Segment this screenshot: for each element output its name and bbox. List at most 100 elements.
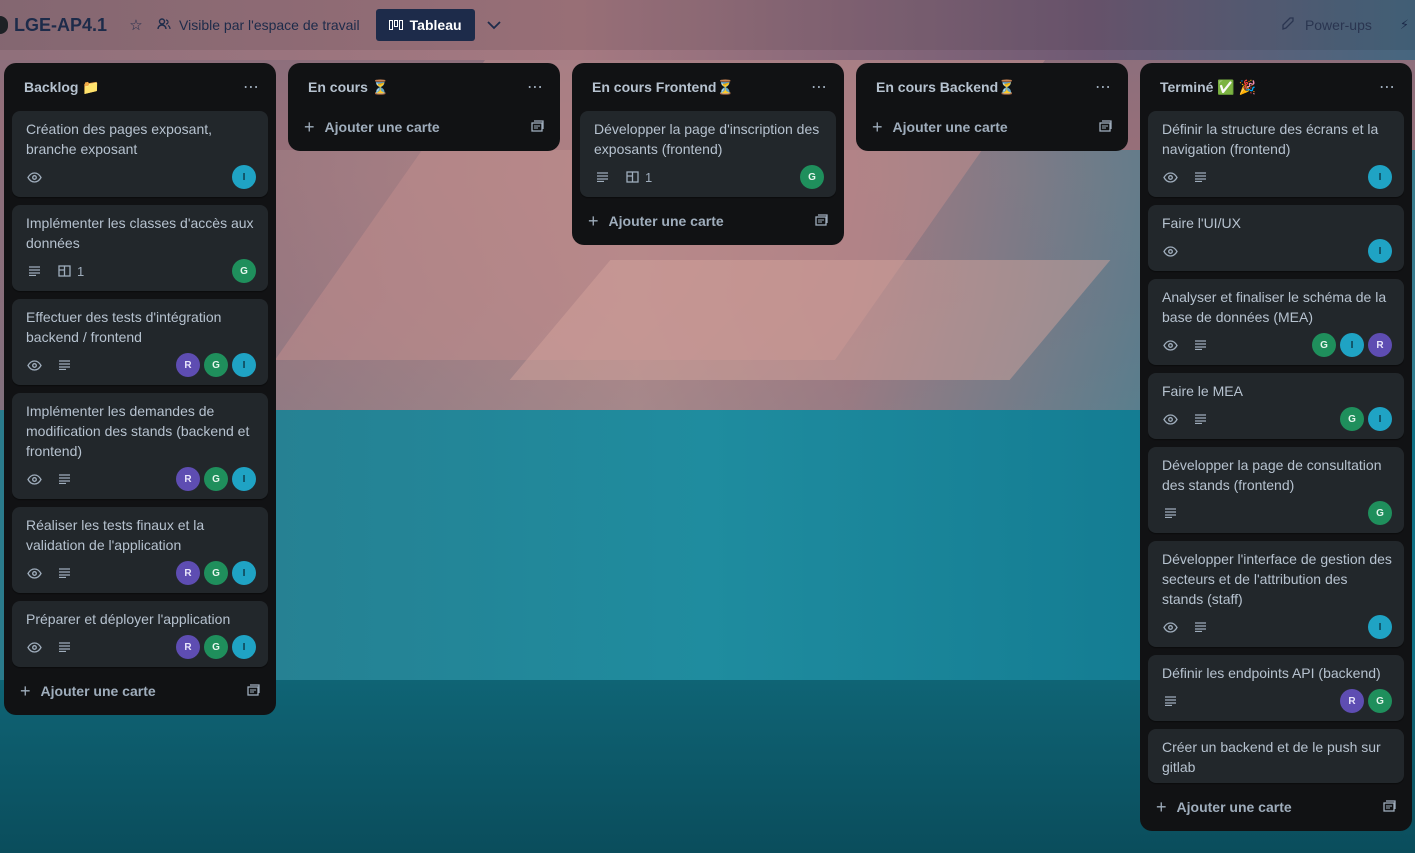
avatar[interactable]: I	[1368, 615, 1392, 639]
eye-icon	[1162, 243, 1178, 259]
card[interactable]: Définir la structure des écrans et la na…	[1148, 111, 1404, 197]
list-title[interactable]: En cours Frontend⏳	[592, 79, 734, 96]
card[interactable]: Créer un backend et de le push sur gitla…	[1148, 729, 1404, 783]
add-card-button[interactable]: + Ajouter une carte	[304, 117, 440, 138]
card[interactable]: Implémenter les classes d'accès aux donn…	[12, 205, 268, 291]
add-card-row: + Ajouter une carte	[296, 111, 552, 143]
avatar[interactable]: I	[232, 561, 256, 585]
template-icon[interactable]	[531, 119, 544, 135]
card[interactable]: Implémenter les demandes de modification…	[12, 393, 268, 499]
avatar[interactable]: G	[1340, 407, 1364, 431]
card[interactable]: Faire l'UI/UX I	[1148, 205, 1404, 271]
card-badges-row: RGI	[26, 559, 256, 587]
avatar[interactable]: G	[204, 635, 228, 659]
list-1: En cours ⏳ ⋯ + Ajouter une carte	[288, 63, 560, 151]
avatar[interactable]: I	[232, 353, 256, 377]
avatar[interactable]: I	[232, 467, 256, 491]
avatar[interactable]: G	[232, 259, 256, 283]
card-members: I	[1368, 239, 1392, 263]
card-members: I	[1368, 615, 1392, 639]
avatar[interactable]: I	[232, 165, 256, 189]
add-card-button[interactable]: + Ajouter une carte	[872, 117, 1008, 138]
template-icon[interactable]	[815, 213, 828, 229]
star-icon[interactable]: ☆	[125, 14, 147, 36]
bolt-icon[interactable]: ⚡	[1400, 17, 1409, 33]
card-members: I	[232, 165, 256, 189]
more-icon[interactable]: ⋯	[1379, 77, 1396, 97]
card-title: Développer la page d'inscription des exp…	[594, 121, 820, 157]
avatar[interactable]: R	[176, 467, 200, 491]
card[interactable]: Développer la page de consultation des s…	[1148, 447, 1404, 533]
avatar[interactable]: I	[1368, 407, 1392, 431]
card[interactable]: Définir les endpoints API (backend) R G	[1148, 655, 1404, 721]
view-switcher-button[interactable]: Tableau	[375, 9, 475, 41]
description-icon	[56, 471, 72, 487]
template-icon[interactable]	[1383, 799, 1396, 815]
avatar[interactable]: R	[1340, 689, 1364, 713]
eye-icon	[26, 169, 42, 185]
list-title[interactable]: En cours ⏳	[308, 79, 389, 96]
card-title: Faire le MEA	[1162, 383, 1243, 399]
workspace-icon	[0, 16, 8, 34]
card-title: Faire l'UI/UX	[1162, 215, 1241, 231]
avatar[interactable]: G	[204, 467, 228, 491]
card-badges	[1162, 505, 1178, 521]
card[interactable]: Réaliser les tests finaux et la validati…	[12, 507, 268, 593]
list-title[interactable]: Terminé ✅ 🎉	[1160, 79, 1256, 96]
avatar[interactable]: G	[1368, 501, 1392, 525]
description-icon	[1192, 619, 1208, 635]
attachment-badge: 1	[624, 169, 652, 185]
avatar[interactable]: R	[176, 635, 200, 659]
card[interactable]: Création des pages exposant, branche exp…	[12, 111, 268, 197]
card[interactable]: Effectuer des tests d'intégration backen…	[12, 299, 268, 385]
board-icon	[388, 17, 403, 33]
card[interactable]: Développer l'interface de gestion des se…	[1148, 541, 1404, 647]
avatar[interactable]: I	[1340, 333, 1364, 357]
template-icon[interactable]	[1099, 119, 1112, 135]
attachment-count: 1	[77, 263, 85, 279]
chevron-down-icon[interactable]	[486, 17, 501, 33]
avatar[interactable]: G	[1312, 333, 1336, 357]
more-icon[interactable]: ⋯	[811, 77, 828, 97]
avatar[interactable]: G	[1368, 689, 1392, 713]
avatar[interactable]: R	[176, 353, 200, 377]
more-icon[interactable]: ⋯	[243, 77, 260, 97]
attachment-icon	[624, 169, 640, 185]
card-badges-row: I	[26, 163, 256, 191]
list-title[interactable]: En cours Backend⏳	[876, 79, 1016, 96]
add-card-label: Ajouter une carte	[324, 119, 440, 135]
more-icon[interactable]: ⋯	[527, 77, 544, 97]
add-card-label: Ajouter une carte	[1176, 799, 1292, 815]
plus-icon: +	[872, 116, 883, 137]
card-badges-row: RG	[1162, 687, 1392, 715]
avatar[interactable]: G	[800, 165, 824, 189]
template-icon[interactable]	[247, 683, 260, 699]
card-badges-row: I	[1162, 613, 1392, 641]
list-title[interactable]: Backlog 📁	[24, 79, 100, 96]
card-members: RG	[1340, 689, 1392, 713]
more-icon[interactable]: ⋯	[1095, 77, 1112, 97]
card[interactable]: Préparer et déployer l'application R G I	[12, 601, 268, 667]
add-card-button[interactable]: + Ajouter une carte	[20, 681, 156, 702]
avatar[interactable]: G	[204, 561, 228, 585]
card-list: Définir la structure des écrans et la na…	[1148, 111, 1404, 791]
eye-icon	[26, 357, 42, 373]
avatar[interactable]: I	[232, 635, 256, 659]
avatar[interactable]: R	[1368, 333, 1392, 357]
board-title[interactable]: LGE-AP4.1	[14, 15, 107, 36]
card-members: GIR	[1312, 333, 1392, 357]
card[interactable]: Analyser et finaliser le schéma de la ba…	[1148, 279, 1404, 365]
visibility-button[interactable]: Visible par l'espace de travail	[157, 17, 360, 34]
card[interactable]: Faire le MEA G I	[1148, 373, 1404, 439]
add-card-button[interactable]: + Ajouter une carte	[1156, 797, 1292, 818]
add-card-button[interactable]: + Ajouter une carte	[588, 211, 724, 232]
card-badges-row: GIR	[1162, 331, 1392, 359]
card[interactable]: Développer la page d'inscription des exp…	[580, 111, 836, 197]
avatar[interactable]: I	[1368, 165, 1392, 189]
powerups-button[interactable]: Power-ups	[1281, 16, 1372, 34]
plus-icon: +	[588, 210, 599, 231]
attachment-count: 1	[645, 169, 653, 185]
avatar[interactable]: R	[176, 561, 200, 585]
avatar[interactable]: G	[204, 353, 228, 377]
avatar[interactable]: I	[1368, 239, 1392, 263]
